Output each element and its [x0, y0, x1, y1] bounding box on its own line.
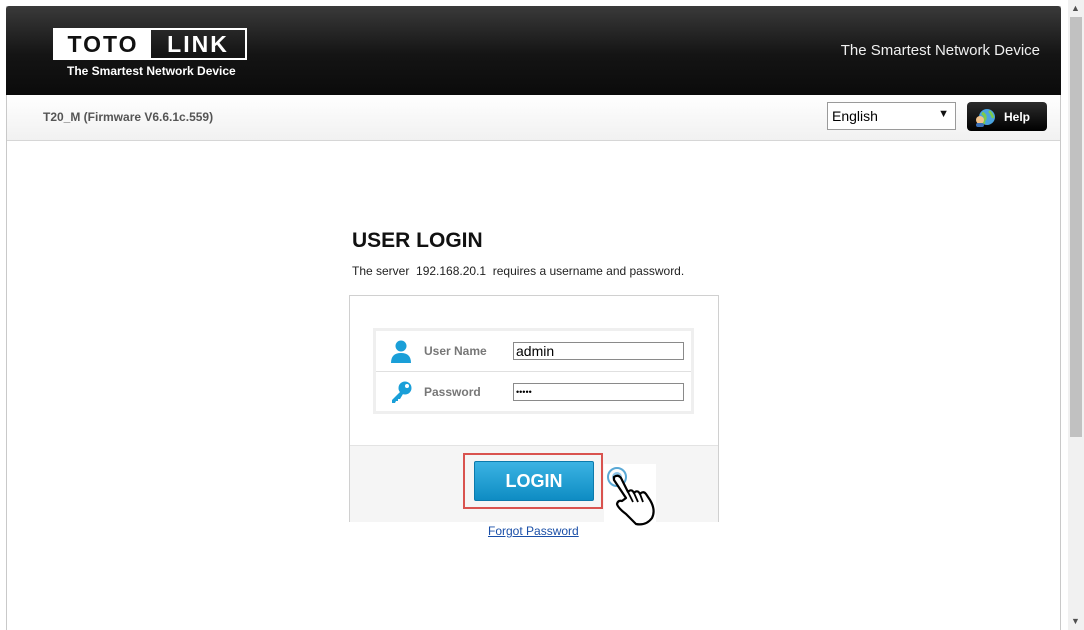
password-input[interactable]: ••••• — [513, 383, 684, 401]
login-button[interactable]: LOGIN — [474, 461, 594, 501]
scroll-down-arrow-icon[interactable]: ▼ — [1071, 616, 1080, 626]
username-input[interactable]: admin — [513, 342, 684, 360]
logo-tagline: The Smartest Network Device — [67, 64, 236, 78]
user-icon — [391, 340, 411, 363]
totolink-logo: TOTO LINK — [53, 28, 247, 60]
dropdown-arrow-icon: ▼ — [938, 108, 949, 120]
username-label: User Name — [424, 344, 487, 358]
language-select[interactable]: English ▼ — [827, 102, 956, 130]
help-label: Help — [1004, 109, 1031, 124]
scrollbar-thumb[interactable] — [1070, 17, 1082, 437]
password-label: Password — [424, 385, 481, 399]
firmware-version: T20_M (Firmware V6.6.1c.559) — [43, 110, 214, 124]
header-tagline: The Smartest Network Device — [840, 42, 1040, 59]
forgot-password-link[interactable]: Forgot Password — [488, 524, 579, 538]
scroll-up-arrow-icon[interactable]: ▲ — [1071, 3, 1080, 13]
language-selected-value: English — [832, 108, 878, 124]
help-button[interactable]: Help — [967, 102, 1047, 131]
key-icon — [392, 381, 412, 403]
hand-pointer-icon — [604, 464, 656, 528]
credentials-box: User Name admin Password ••••• — [373, 328, 694, 414]
password-row: Password ••••• — [376, 372, 691, 412]
vertical-scrollbar[interactable]: ▲ ▼ — [1068, 0, 1084, 630]
login-description: The server 192.168.20.1 requires a usern… — [352, 264, 685, 278]
username-row: User Name admin — [376, 331, 691, 372]
logo-left-text: TOTO — [55, 30, 151, 58]
help-globe-icon — [976, 108, 995, 127]
info-bar: T20_M (Firmware V6.6.1c.559) English ▼ H… — [7, 95, 1060, 141]
logo-right-text: LINK — [167, 30, 229, 57]
login-title: USER LOGIN — [352, 229, 483, 252]
